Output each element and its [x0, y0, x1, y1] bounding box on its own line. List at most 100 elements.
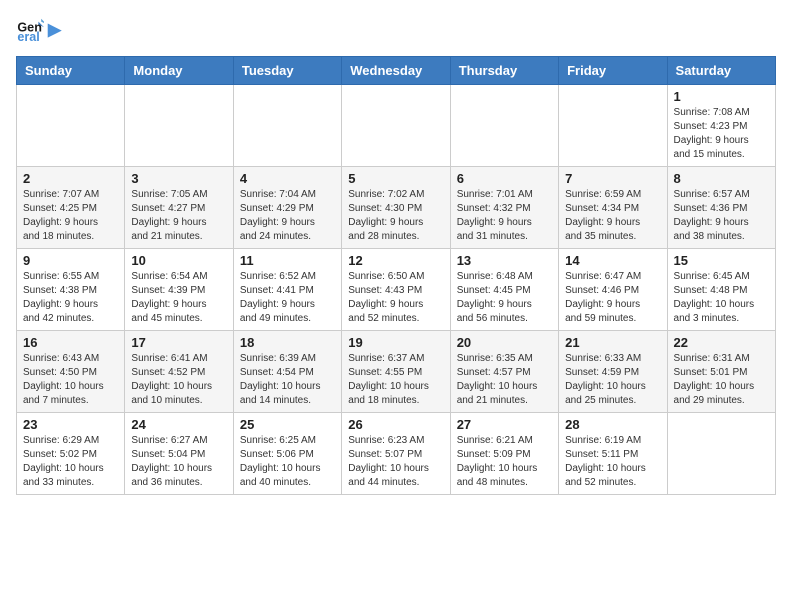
calendar-cell: [17, 85, 125, 167]
calendar-cell: 7 Sunrise: 6:59 AM Sunset: 4:34 PM Daylig…: [559, 167, 667, 249]
day-number: 22: [674, 335, 769, 350]
day-info: Sunrise: 7:04 AM Sunset: 4:29 PM Dayligh…: [240, 188, 335, 244]
day-info: Sunrise: 6:57 AM Sunset: 4:36 PM Dayligh…: [674, 188, 769, 244]
day-number: 12: [348, 253, 443, 268]
day-info: Sunrise: 6:29 AM Sunset: 5:02 PM Dayligh…: [23, 434, 118, 490]
day-number: 19: [348, 335, 443, 350]
calendar-cell: 26 Sunrise: 6:23 AM Sunset: 5:07 PM Dayli…: [342, 413, 450, 495]
calendar-cell: 12 Sunrise: 6:50 AM Sunset: 4:43 PM Dayli…: [342, 249, 450, 331]
day-info: Sunrise: 7:05 AM Sunset: 4:27 PM Dayligh…: [131, 188, 226, 244]
calendar-cell: 6 Sunrise: 7:01 AM Sunset: 4:32 PM Daylig…: [450, 167, 558, 249]
day-number: 3: [131, 171, 226, 186]
calendar-cell: 23 Sunrise: 6:29 AM Sunset: 5:02 PM Dayli…: [17, 413, 125, 495]
calendar-cell: 11 Sunrise: 6:52 AM Sunset: 4:41 PM Dayli…: [233, 249, 341, 331]
day-info: Sunrise: 6:59 AM Sunset: 4:34 PM Dayligh…: [565, 188, 660, 244]
day-number: 23: [23, 417, 118, 432]
day-number: 21: [565, 335, 660, 350]
day-info: Sunrise: 6:54 AM Sunset: 4:39 PM Dayligh…: [131, 270, 226, 326]
day-info: Sunrise: 6:37 AM Sunset: 4:55 PM Dayligh…: [348, 352, 443, 408]
calendar-cell: 27 Sunrise: 6:21 AM Sunset: 5:09 PM Dayli…: [450, 413, 558, 495]
day-info: Sunrise: 6:52 AM Sunset: 4:41 PM Dayligh…: [240, 270, 335, 326]
calendar-cell: 2 Sunrise: 7:07 AM Sunset: 4:25 PM Daylig…: [17, 167, 125, 249]
day-number: 24: [131, 417, 226, 432]
weekday-header-wednesday: Wednesday: [342, 57, 450, 85]
day-number: 20: [457, 335, 552, 350]
day-number: 27: [457, 417, 552, 432]
day-info: Sunrise: 6:55 AM Sunset: 4:38 PM Dayligh…: [23, 270, 118, 326]
calendar-cell: 21 Sunrise: 6:33 AM Sunset: 4:59 PM Dayli…: [559, 331, 667, 413]
day-number: 7: [565, 171, 660, 186]
weekday-header-friday: Friday: [559, 57, 667, 85]
day-number: 28: [565, 417, 660, 432]
week-row-3: 9 Sunrise: 6:55 AM Sunset: 4:38 PM Daylig…: [17, 249, 776, 331]
calendar-cell: 15 Sunrise: 6:45 AM Sunset: 4:48 PM Dayli…: [667, 249, 775, 331]
calendar-cell: 20 Sunrise: 6:35 AM Sunset: 4:57 PM Dayli…: [450, 331, 558, 413]
day-number: 13: [457, 253, 552, 268]
day-number: 1: [674, 89, 769, 104]
day-info: Sunrise: 7:07 AM Sunset: 4:25 PM Dayligh…: [23, 188, 118, 244]
day-number: 5: [348, 171, 443, 186]
weekday-header-row: SundayMondayTuesdayWednesdayThursdayFrid…: [17, 57, 776, 85]
day-info: Sunrise: 6:31 AM Sunset: 5:01 PM Dayligh…: [674, 352, 769, 408]
day-info: Sunrise: 6:21 AM Sunset: 5:09 PM Dayligh…: [457, 434, 552, 490]
day-number: 25: [240, 417, 335, 432]
week-row-1: 1 Sunrise: 7:08 AM Sunset: 4:23 PM Daylig…: [17, 85, 776, 167]
week-row-2: 2 Sunrise: 7:07 AM Sunset: 4:25 PM Daylig…: [17, 167, 776, 249]
day-info: Sunrise: 6:27 AM Sunset: 5:04 PM Dayligh…: [131, 434, 226, 490]
day-number: 15: [674, 253, 769, 268]
calendar-cell: 13 Sunrise: 6:48 AM Sunset: 4:45 PM Dayli…: [450, 249, 558, 331]
day-info: Sunrise: 6:41 AM Sunset: 4:52 PM Dayligh…: [131, 352, 226, 408]
calendar-cell: 28 Sunrise: 6:19 AM Sunset: 5:11 PM Dayli…: [559, 413, 667, 495]
day-number: 11: [240, 253, 335, 268]
day-info: Sunrise: 6:35 AM Sunset: 4:57 PM Dayligh…: [457, 352, 552, 408]
day-info: Sunrise: 6:33 AM Sunset: 4:59 PM Dayligh…: [565, 352, 660, 408]
day-number: 14: [565, 253, 660, 268]
calendar-cell: 25 Sunrise: 6:25 AM Sunset: 5:06 PM Dayli…: [233, 413, 341, 495]
calendar-cell: [667, 413, 775, 495]
week-row-4: 16 Sunrise: 6:43 AM Sunset: 4:50 PM Dayli…: [17, 331, 776, 413]
day-info: Sunrise: 6:50 AM Sunset: 4:43 PM Dayligh…: [348, 270, 443, 326]
day-number: 6: [457, 171, 552, 186]
day-info: Sunrise: 7:01 AM Sunset: 4:32 PM Dayligh…: [457, 188, 552, 244]
day-number: 4: [240, 171, 335, 186]
calendar-cell: 1 Sunrise: 7:08 AM Sunset: 4:23 PM Daylig…: [667, 85, 775, 167]
logo: Gen eral ▶: [16, 16, 61, 44]
day-number: 17: [131, 335, 226, 350]
day-number: 16: [23, 335, 118, 350]
calendar-cell: 14Sunrise: 6:47 AM Sunset: 4:46 PM Dayli…: [559, 249, 667, 331]
day-info: Sunrise: 6:48 AM Sunset: 4:45 PM Dayligh…: [457, 270, 552, 326]
calendar-cell: 18Sunrise: 6:39 AM Sunset: 4:54 PM Dayli…: [233, 331, 341, 413]
day-info: Sunrise: 6:23 AM Sunset: 5:07 PM Dayligh…: [348, 434, 443, 490]
calendar-cell: 5 Sunrise: 7:02 AM Sunset: 4:30 PM Daylig…: [342, 167, 450, 249]
day-info: Sunrise: 6:19 AM Sunset: 5:11 PM Dayligh…: [565, 434, 660, 490]
weekday-header-thursday: Thursday: [450, 57, 558, 85]
calendar-cell: 16 Sunrise: 6:43 AM Sunset: 4:50 PM Dayli…: [17, 331, 125, 413]
day-info: Sunrise: 7:08 AM Sunset: 4:23 PM Dayligh…: [674, 106, 769, 162]
week-row-5: 23 Sunrise: 6:29 AM Sunset: 5:02 PM Dayli…: [17, 413, 776, 495]
day-info: Sunrise: 6:25 AM Sunset: 5:06 PM Dayligh…: [240, 434, 335, 490]
calendar-cell: 3 Sunrise: 7:05 AM Sunset: 4:27 PM Daylig…: [125, 167, 233, 249]
page-header: Gen eral ▶: [16, 16, 776, 44]
calendar-cell: [559, 85, 667, 167]
day-info: Sunrise: 6:43 AM Sunset: 4:50 PM Dayligh…: [23, 352, 118, 408]
calendar-cell: 22 Sunrise: 6:31 AM Sunset: 5:01 PM Dayli…: [667, 331, 775, 413]
calendar-cell: 8 Sunrise: 6:57 AM Sunset: 4:36 PM Daylig…: [667, 167, 775, 249]
weekday-header-sunday: Sunday: [17, 57, 125, 85]
day-info: Sunrise: 7:02 AM Sunset: 4:30 PM Dayligh…: [348, 188, 443, 244]
logo-icon: Gen eral: [16, 16, 44, 44]
calendar-cell: 24 Sunrise: 6:27 AM Sunset: 5:04 PM Dayli…: [125, 413, 233, 495]
weekday-header-saturday: Saturday: [667, 57, 775, 85]
calendar-cell: 19 Sunrise: 6:37 AM Sunset: 4:55 PM Dayli…: [342, 331, 450, 413]
day-number: 18: [240, 335, 335, 350]
day-number: 26: [348, 417, 443, 432]
weekday-header-monday: Monday: [125, 57, 233, 85]
logo-line1: ▶: [48, 20, 61, 40]
day-info: Sunrise: 6:45 AM Sunset: 4:48 PM Dayligh…: [674, 270, 769, 326]
calendar-cell: 4 Sunrise: 7:04 AM Sunset: 4:29 PM Daylig…: [233, 167, 341, 249]
day-number: 2: [23, 171, 118, 186]
day-number: 9: [23, 253, 118, 268]
weekday-header-tuesday: Tuesday: [233, 57, 341, 85]
day-number: 10: [131, 253, 226, 268]
calendar-cell: [342, 85, 450, 167]
day-number: 8: [674, 171, 769, 186]
